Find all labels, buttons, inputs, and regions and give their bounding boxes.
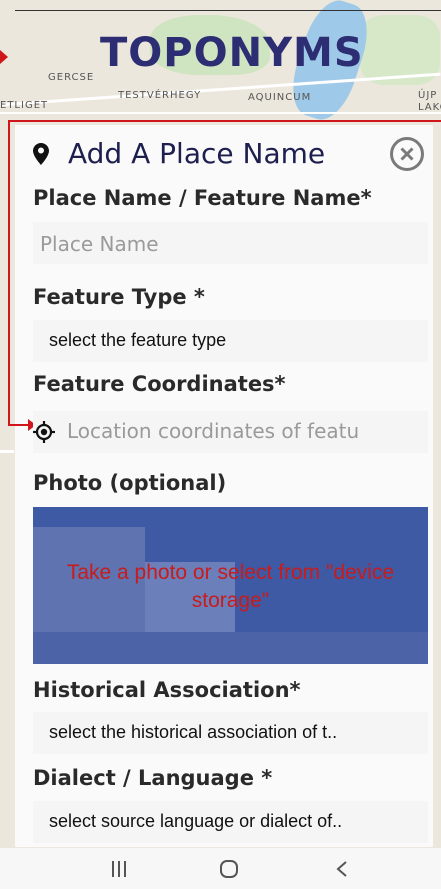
map-label: GERCSE: [48, 72, 95, 83]
photo-label: Photo (optional): [33, 471, 227, 495]
gps-target-icon[interactable]: [33, 421, 55, 443]
place-name-label: Place Name / Feature Name*: [33, 186, 372, 210]
map-road: [0, 450, 14, 453]
historical-label: Historical Association*: [33, 678, 301, 702]
annotation-frame-top: [8, 120, 441, 122]
feature-type-label: Feature Type *: [33, 285, 205, 309]
map-label: ÚJP: [418, 90, 438, 101]
top-divider: [15, 10, 441, 11]
historical-value: select the historical association of t..: [49, 722, 338, 742]
map-label: LAKÓ: [418, 102, 441, 113]
coordinates-label: Feature Coordinates*: [33, 372, 286, 396]
dialect-value: select source language or dialect of..: [49, 811, 343, 831]
annotation-arrow-line: [8, 424, 30, 426]
feature-type-value: select the feature type: [49, 330, 227, 350]
app-logo: TOPONYMS: [100, 30, 364, 76]
recent-apps-icon[interactable]: [104, 858, 134, 880]
home-icon[interactable]: [214, 858, 244, 880]
map-label: ETLIGET: [0, 100, 49, 111]
panel-title: Add A Place Name: [68, 137, 326, 170]
map-label: AQUINCUM: [248, 92, 312, 103]
annotation-arrow-icon: [0, 50, 8, 64]
dialect-label: Dialect / Language *: [33, 766, 273, 790]
map-road: [0, 112, 441, 114]
coordinates-placeholder: Location coordinates of featu: [67, 419, 360, 443]
close-icon[interactable]: [389, 136, 425, 172]
photo-prompt: Take a photo or select from "device stor…: [66, 561, 395, 612]
back-icon[interactable]: [327, 858, 357, 880]
photo-ground: [33, 632, 428, 664]
annotation-frame-left: [8, 120, 10, 425]
location-pin-icon: [33, 143, 49, 165]
place-name-placeholder: Place Name: [40, 232, 159, 256]
photo-picker[interactable]: Take a photo or select from "device stor…: [33, 507, 428, 664]
map-label: TESTVÉRHEGY: [118, 90, 202, 101]
